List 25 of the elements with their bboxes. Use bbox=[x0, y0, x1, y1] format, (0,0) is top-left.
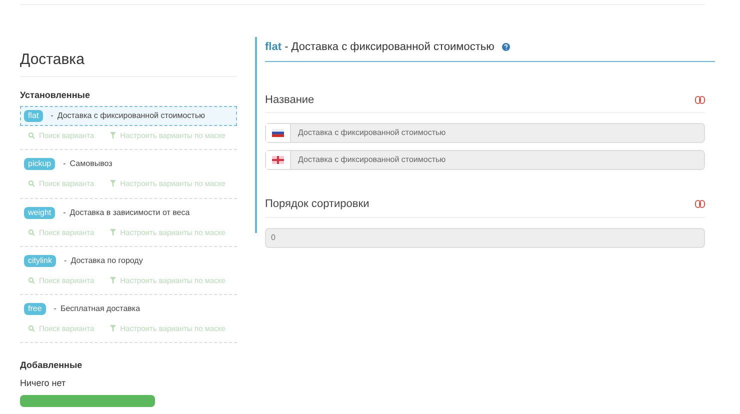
section-heading: Добавленные bbox=[20, 359, 84, 372]
empty-text: Ничего нет bbox=[20, 376, 67, 390]
shipping-method-item[interactable]: weight - Доставка в зависимости от веса bbox=[20, 202, 237, 222]
panel-title: flat - Доставка с фиксированной стоимостью bbox=[265, 40, 494, 55]
code-badge: weight bbox=[24, 206, 56, 218]
code-badge: citylink bbox=[24, 254, 56, 267]
field-label: Порядок сортировки bbox=[265, 197, 370, 212]
method-name: - Самовывоз bbox=[62, 158, 112, 168]
method-name: - Доставка с фиксированной стоимостью bbox=[50, 110, 206, 120]
method-name: - Бесплатная доставка bbox=[52, 303, 140, 313]
code-badge: pickup bbox=[24, 158, 56, 170]
field-label: Название bbox=[265, 92, 314, 108]
input-field[interactable]: Доставка с фиксированной стоимостью bbox=[265, 123, 705, 143]
method-name: - Доставка в зависимости от веса bbox=[62, 206, 190, 216]
code-badge: flat bbox=[24, 110, 43, 122]
shipping-method-item[interactable]: flat - Доставка с фиксированной стоимостью bbox=[20, 106, 237, 126]
input-field[interactable]: Доставка с фиксированной стоимостью bbox=[265, 150, 705, 170]
shipping-method-item[interactable]: citylink - Доставка по городу bbox=[20, 250, 237, 271]
shipping-method-item[interactable]: free - Бесплатная доставка bbox=[20, 299, 237, 319]
code-badge: free bbox=[24, 303, 46, 315]
section-heading: Установленные bbox=[20, 88, 91, 102]
method-name: - Доставка по городу bbox=[63, 254, 143, 265]
sidebar-title: Доставка bbox=[20, 49, 237, 76]
input-field[interactable]: 0 bbox=[265, 228, 705, 248]
shipping-method-item[interactable]: pickup - Самовывоз bbox=[20, 154, 237, 174]
